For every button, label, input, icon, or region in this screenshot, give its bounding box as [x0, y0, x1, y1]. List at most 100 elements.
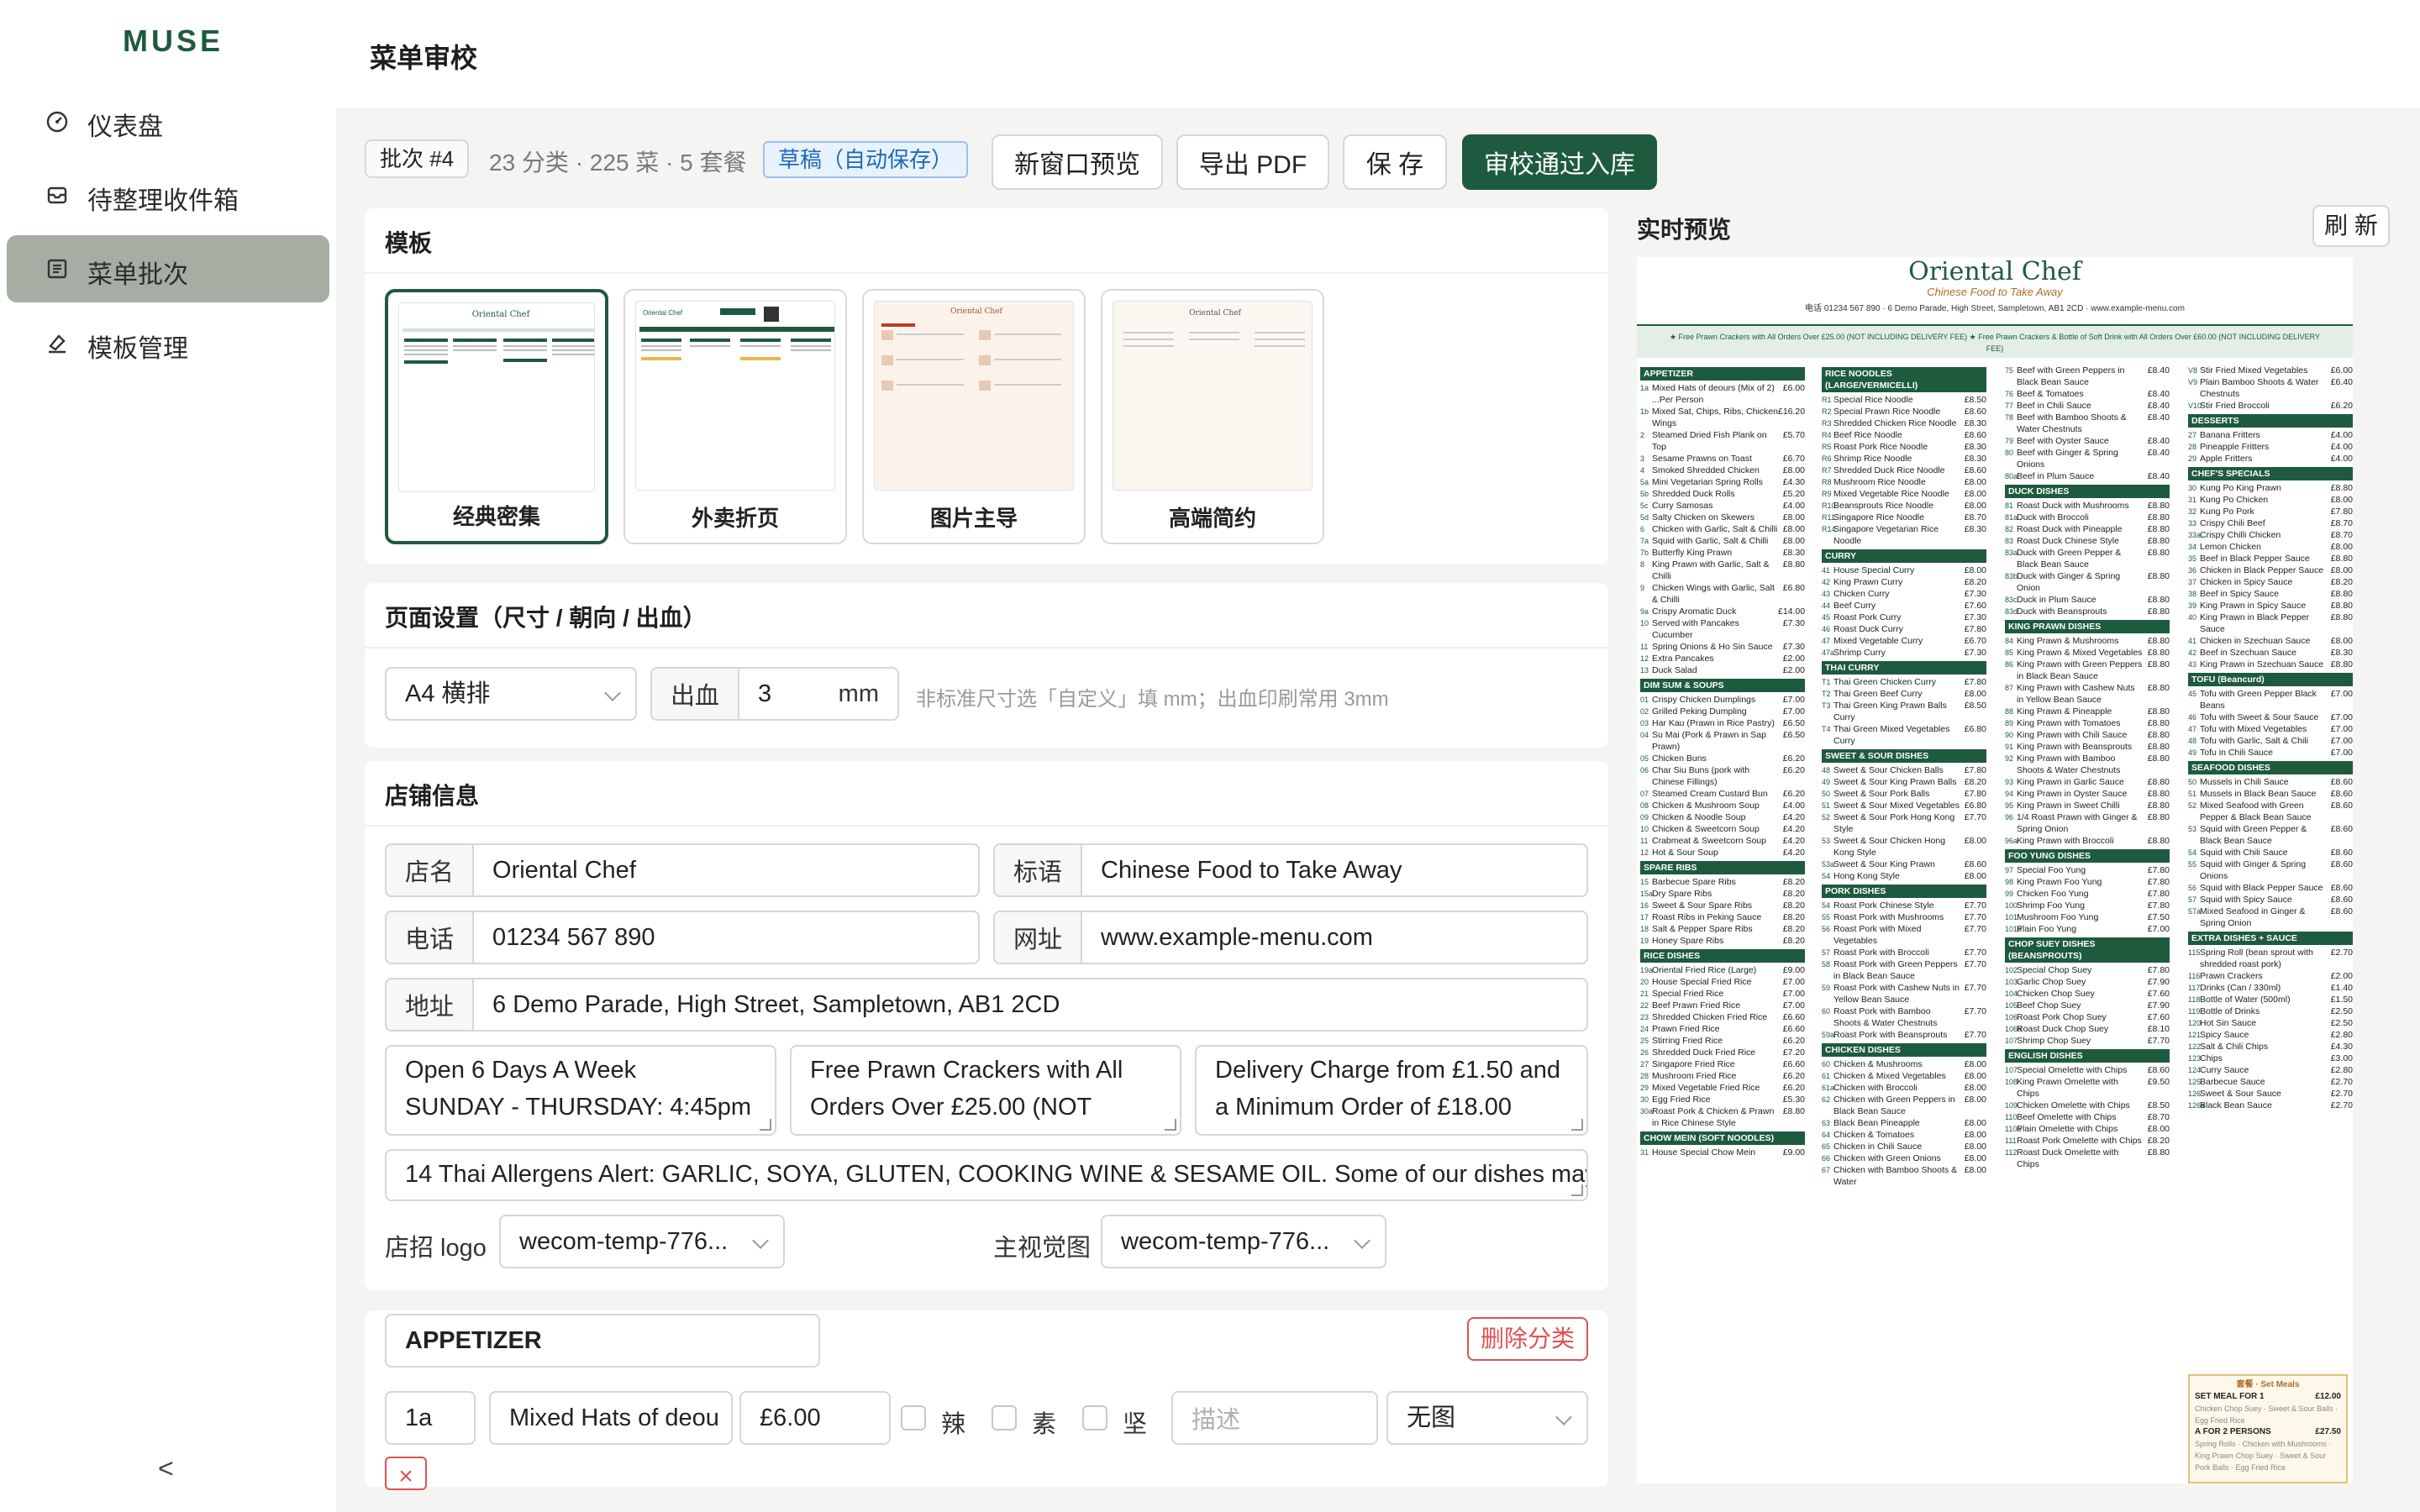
sidebar-item-dashboard[interactable]: 仪表盘 [7, 87, 329, 155]
menu-item-name: Chicken Buns [1652, 753, 1707, 764]
delete-category-button[interactable]: 删除分类 [1467, 1317, 1589, 1361]
textarea-line: Free Prawn Crackers with All [810, 1057, 1123, 1084]
dish-code-value[interactable]: 1a [387, 1404, 450, 1432]
menu-item: 19a Oriental Fried Rice (Large) £9.00 [1640, 964, 1805, 976]
slogan-field[interactable]: 标语 Chinese Food to Take Away [993, 843, 1588, 897]
menu-item: 9a Crispy Aromatic Duck £14.00 [1640, 606, 1805, 617]
open-preview-window-button[interactable]: 新窗口预览 [992, 134, 1163, 190]
menu-item-name: Bottle of Water (500ml) [2200, 995, 2291, 1005]
menu-section-heading: CHICKEN DISHES [1822, 1043, 1986, 1057]
menu-item-name: Sweet & Sour Chicken Balls [1833, 765, 1944, 775]
category-name-input[interactable]: APPETIZER [385, 1314, 820, 1368]
menu-item-code: 5d [1640, 513, 1649, 522]
refresh-button[interactable]: 刷 新 [2312, 205, 2390, 247]
dish-image-select[interactable]: 无图 [1386, 1391, 1588, 1445]
menu-item-price: £7.70 [1964, 948, 1986, 958]
menu-item: 105 Beef Chop Suey £7.90 [2005, 1000, 2170, 1011]
menu-item-code: 59 [1822, 984, 1831, 992]
phone-field[interactable]: 电话 01234 567 890 [385, 911, 980, 964]
menu-item-name: Duck with Ginger & Spring Onion [2017, 571, 2121, 593]
menu-section-heading: THAI CURRY [1822, 661, 1986, 675]
menu-item-code: 40 [2188, 613, 2197, 622]
menu-item-name: Roast Pork with Broccoli [1833, 948, 1929, 958]
menu-item-price: £2.00 [1782, 665, 1805, 675]
menu-item: 118 Bottle of Water (500ml) £1.50 [2188, 994, 2353, 1005]
menu-item-name: Chicken Foo Yung [2017, 889, 2089, 899]
sidebar-item-templates[interactable]: 模板管理 [7, 309, 329, 376]
bleed-input[interactable]: 3 [739, 680, 839, 708]
store-name-input[interactable]: Oriental Chef [474, 857, 655, 885]
menu-preview-sheet: Oriental Chef Chinese Food to Take Away … [1637, 257, 2353, 1483]
menu-item-name: Mixed Vegetable Curry [1833, 636, 1923, 646]
page-size-select[interactable]: A4 横排 [385, 667, 637, 721]
menu-item-code: 83b [2005, 572, 2018, 580]
menu-section-heading: CHOP SUEY DISHES (BEANSPROUTS) [2005, 937, 2170, 963]
menu-item-price: £7.80 [2147, 965, 2170, 975]
menu-item-code: V8 [2188, 366, 2198, 375]
save-button[interactable]: 保 存 [1343, 134, 1447, 190]
menu-item-name: Roast Pork & Chicken & Prawn in Rice Chi… [1652, 1106, 1775, 1128]
template-option-classic[interactable]: Oriental Chef 经典密集 [385, 289, 608, 544]
menu-item: R14 Singapore Vegetarian Rice Noodle £8.30 [1822, 523, 1986, 547]
menu-item-price: £4.30 [2330, 1042, 2353, 1052]
sidebar-item-menu-batches[interactable]: 菜单批次 [7, 235, 329, 302]
menu-item-price: £6.60 [1782, 1059, 1805, 1069]
vegetarian-checkbox[interactable] [992, 1405, 1017, 1431]
export-pdf-button[interactable]: 导出 PDF [1176, 134, 1329, 190]
approve-button[interactable]: 审校通过入库 [1462, 134, 1657, 190]
store-name-field[interactable]: 店名 Oriental Chef [385, 843, 980, 897]
menu-item: 54 Roast Pork Chinese Style £7.70 [1822, 900, 1986, 911]
dish-price-value[interactable]: £6.00 [741, 1404, 839, 1432]
sidebar-item-inbox[interactable]: 待整理收件箱 [7, 161, 329, 228]
resize-handle-icon[interactable] [1571, 1184, 1583, 1196]
menu-item-price: £8.00 [1964, 689, 1986, 699]
menu-item-name: Chicken & Tomatoes [1833, 1130, 1915, 1140]
template-option-takeaway[interactable]: Oriental Chef 外卖折页 [623, 289, 847, 544]
spicy-checkbox[interactable] [901, 1405, 926, 1431]
dish-name-value[interactable]: Mixed Hats of deou [491, 1404, 731, 1432]
dish-description-input[interactable]: 描述 [1171, 1391, 1378, 1445]
remove-dish-button[interactable]: × [385, 1457, 427, 1490]
menu-item: 22 Beef Prawn Fried Rice £7.00 [1640, 1000, 1805, 1011]
menu-item: 20 House Special Fried Rice £7.00 [1640, 976, 1805, 988]
notice-textarea-3[interactable]: Delivery Charge from £1.50 and a Minimum … [1195, 1045, 1588, 1136]
logo-select[interactable]: wecom-temp-776... [499, 1215, 785, 1268]
menu-item: 47 Mixed Vegetable Curry £6.70 [1822, 635, 1986, 647]
address-field[interactable]: 地址 6 Demo Parade, High Street, Sampletown… [385, 978, 1588, 1032]
menu-item-price: £2.50 [2330, 1006, 2353, 1016]
website-input[interactable]: www.example-menu.com [1082, 924, 1392, 952]
menu-item-code: 88 [2005, 707, 2014, 716]
menu-item-code: 28 [1640, 1072, 1649, 1080]
dish-price-input[interactable]: £6.00 [739, 1391, 891, 1445]
menu-item-price: £8.80 [2330, 589, 2353, 599]
dish-name-input[interactable]: Mixed Hats of deou [489, 1391, 733, 1445]
menu-item-code: 107 [2005, 1066, 2018, 1074]
menu-item-price: £8.80 [2330, 659, 2353, 669]
slogan-input[interactable]: Chinese Food to Take Away [1082, 857, 1420, 885]
template-option-premium[interactable]: Oriental Chef 高端简约 [1101, 289, 1324, 544]
menu-item-price: £2.70 [2330, 1077, 2353, 1087]
menu-item-code: T3 [1822, 701, 1831, 710]
key-visual-select[interactable]: wecom-temp-776... [1101, 1215, 1386, 1268]
phone-input[interactable]: 01234 567 890 [474, 924, 674, 952]
menu-section-heading: DUCK DISHES [2005, 485, 2170, 498]
menu-item-price: £8.80 [2147, 789, 2170, 799]
website-field[interactable]: 网址 www.example-menu.com [993, 911, 1588, 964]
template-option-photo[interactable]: Oriental Chef 图片主导 [862, 289, 1086, 544]
nuts-checkbox[interactable] [1082, 1405, 1107, 1431]
resize-handle-icon[interactable] [1571, 1119, 1583, 1131]
notice-textarea-2[interactable]: Free Prawn Crackers with All Orders Over … [790, 1045, 1181, 1136]
dish-code-input[interactable]: 1a [385, 1391, 476, 1445]
resize-handle-icon[interactable] [760, 1119, 771, 1131]
resize-handle-icon[interactable] [1165, 1119, 1176, 1131]
menu-item: 35 Beef in Black Pepper Sauce £8.80 [2188, 553, 2353, 564]
bleed-field[interactable]: 出血 3 mm [650, 667, 899, 721]
collapse-sidebar-icon[interactable]: < [158, 1453, 174, 1484]
address-input[interactable]: 6 Demo Parade, High Street, Sampletown, … [474, 991, 1078, 1019]
menu-section-heading: ENGLISH DISHES [2005, 1049, 2170, 1063]
menu-section-heading: EXTRA DISHES + SAUCE [2188, 932, 2353, 945]
category-name-value[interactable]: APPETIZER [387, 1327, 560, 1355]
allergen-textarea[interactable]: 14 Thai Allergens Alert: GARLIC, SOYA, G… [385, 1149, 1588, 1201]
notice-textarea-1[interactable]: Open 6 Days A Week SUNDAY - THURSDAY: 4:4… [385, 1045, 776, 1136]
menu-item: 37 Chicken in Spicy Sauce £8.20 [2188, 576, 2353, 588]
